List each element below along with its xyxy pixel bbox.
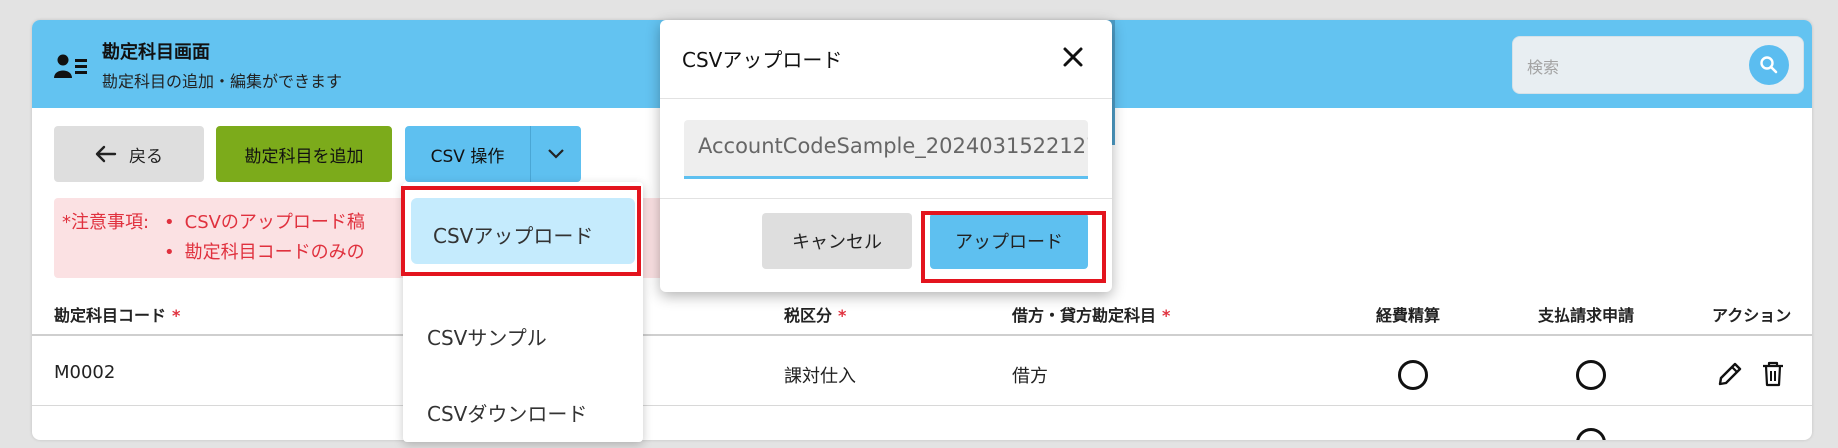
- cell-tax: 課対仕入: [784, 366, 856, 387]
- add-account-button[interactable]: 勘定科目を追加: [216, 126, 392, 182]
- notice-label: *注意事項:: [62, 212, 150, 233]
- csv-menu-toggle[interactable]: [530, 126, 581, 182]
- column-header-action: アクション: [1712, 306, 1792, 325]
- cell-code: M0002: [54, 362, 116, 383]
- dialog-title: CSVアップロード: [682, 48, 843, 72]
- search-icon: [1760, 56, 1778, 74]
- column-header-code: 勘定科目コード *: [54, 306, 181, 325]
- expense-circle-icon: [1398, 360, 1428, 390]
- column-header-tax: 税区分 *: [784, 306, 847, 325]
- close-icon[interactable]: [1062, 46, 1084, 68]
- page-title: 勘定科目画面: [102, 42, 210, 63]
- search-placeholder: 検索: [1527, 58, 1560, 77]
- dialog-divider: [660, 198, 1112, 199]
- cancel-button[interactable]: キャンセル: [762, 213, 912, 269]
- column-header-debit-credit: 借方・貸方勘定科目 *: [1012, 306, 1171, 325]
- highlight-box-upload: [921, 211, 1106, 283]
- user-list-icon: [54, 54, 87, 78]
- notice-item: 勘定科目コードのみの: [164, 238, 365, 264]
- csv-operation-button[interactable]: CSV 操作: [405, 126, 530, 182]
- row-divider: [32, 405, 1812, 406]
- search-button[interactable]: [1749, 45, 1789, 85]
- highlight-box-menu: [401, 186, 641, 276]
- cell-debit-credit: 借方: [1012, 366, 1048, 387]
- column-header-expense: 経費精算: [1376, 306, 1441, 325]
- file-name-field[interactable]: AccountCodeSample_20240315221272: [684, 120, 1088, 179]
- payment-circle-icon: [1576, 428, 1606, 440]
- header-divider: [32, 334, 1812, 336]
- delete-icon[interactable]: [1760, 360, 1786, 388]
- dialog-divider: [660, 98, 1112, 99]
- menu-item-csv-sample[interactable]: CSVサンプル: [403, 300, 643, 372]
- search-input[interactable]: 検索: [1512, 36, 1804, 94]
- menu-item-csv-download[interactable]: CSVダウンロード: [403, 376, 643, 448]
- back-label: 戻る: [129, 146, 163, 167]
- back-button[interactable]: 戻る: [54, 126, 204, 182]
- column-header-payment: 支払請求申請: [1538, 306, 1635, 325]
- arrow-left-icon: [95, 145, 117, 163]
- file-name-value: AccountCodeSample_20240315221272: [698, 134, 1088, 158]
- payment-circle-icon: [1576, 360, 1606, 390]
- edit-icon[interactable]: [1716, 360, 1744, 388]
- notice-item: CSVのアップロード稿: [164, 208, 365, 234]
- page-subtitle: 勘定科目の追加・編集ができます: [102, 72, 343, 91]
- chevron-down-icon: [548, 149, 564, 159]
